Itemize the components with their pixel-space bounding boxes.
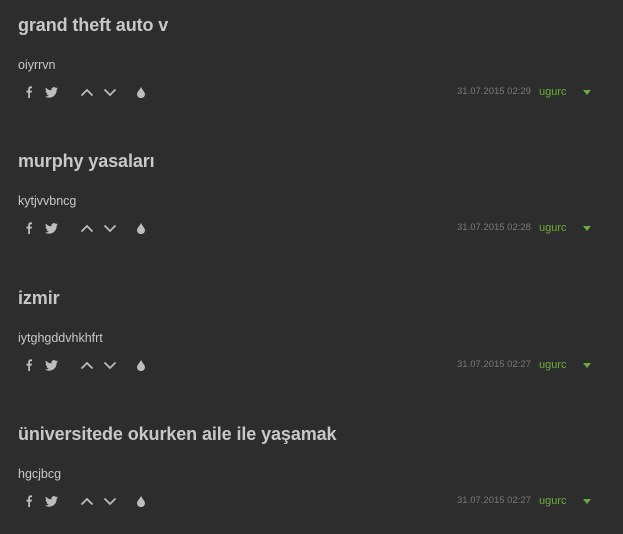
entry-footer: 31.07.2015 02:27 ugurc xyxy=(0,491,623,511)
facebook-icon[interactable] xyxy=(22,355,36,375)
entry: murphy yasaları kytjvvbncg 31.07.2015 02… xyxy=(0,136,623,256)
facebook-icon[interactable] xyxy=(22,491,36,511)
entry-footer: 31.07.2015 02:28 ugurc xyxy=(0,218,623,238)
drop-icon[interactable] xyxy=(135,355,147,375)
entry-date: 31.07.2015 02:28 xyxy=(457,222,531,233)
caret-down-icon[interactable] xyxy=(582,82,592,102)
drop-icon[interactable] xyxy=(135,218,147,238)
chevron-up-icon[interactable] xyxy=(79,218,95,238)
entry-footer: 31.07.2015 02:27 ugurc xyxy=(0,355,623,375)
entry-author-link[interactable]: ugurc xyxy=(539,218,567,238)
twitter-icon[interactable] xyxy=(43,82,59,102)
entry-date: 31.07.2015 02:27 xyxy=(457,359,531,370)
entry-author-link[interactable]: ugurc xyxy=(539,355,567,375)
facebook-icon[interactable] xyxy=(22,218,36,238)
chevron-up-icon[interactable] xyxy=(79,82,95,102)
entry-content: kytjvvbncg xyxy=(18,194,77,208)
entry-author-link[interactable]: ugurc xyxy=(539,82,567,102)
chevron-down-icon[interactable] xyxy=(102,355,118,375)
entry-content: oiyrrvn xyxy=(18,58,56,72)
caret-down-icon[interactable] xyxy=(582,491,592,511)
entry-footer: 31.07.2015 02:29 ugurc xyxy=(0,82,623,102)
chevron-down-icon[interactable] xyxy=(102,82,118,102)
chevron-up-icon[interactable] xyxy=(79,491,95,511)
entry-content: iytghgddvhkhfrt xyxy=(18,331,103,345)
chevron-down-icon[interactable] xyxy=(102,218,118,238)
chevron-down-icon[interactable] xyxy=(102,491,118,511)
entry: izmir iytghgddvhkhfrt 31.07.2015 02:27 u… xyxy=(0,273,623,393)
caret-down-icon[interactable] xyxy=(582,218,592,238)
entry-title-link[interactable]: murphy yasaları xyxy=(18,151,155,172)
entry: üniversitede okurken aile ile yaşamak hg… xyxy=(0,409,623,529)
twitter-icon[interactable] xyxy=(43,491,59,511)
caret-down-icon[interactable] xyxy=(582,355,592,375)
chevron-up-icon[interactable] xyxy=(79,355,95,375)
facebook-icon[interactable] xyxy=(22,82,36,102)
entry-author-link[interactable]: ugurc xyxy=(539,491,567,511)
entry-content: hgcjbcg xyxy=(18,467,62,481)
drop-icon[interactable] xyxy=(135,82,147,102)
drop-icon[interactable] xyxy=(135,491,147,511)
twitter-icon[interactable] xyxy=(43,355,59,375)
entry-title-link[interactable]: üniversitede okurken aile ile yaşamak xyxy=(18,424,337,445)
entry-title-link[interactable]: izmir xyxy=(18,288,60,309)
entry-date: 31.07.2015 02:29 xyxy=(457,86,531,97)
entry-title-link[interactable]: grand theft auto v xyxy=(18,15,168,36)
entry-feed: grand theft auto v oiyrrvn 31.07.2015 02… xyxy=(0,0,623,534)
entry: grand theft auto v oiyrrvn 31.07.2015 02… xyxy=(0,0,623,120)
entry-date: 31.07.2015 02:27 xyxy=(457,495,531,506)
twitter-icon[interactable] xyxy=(43,218,59,238)
